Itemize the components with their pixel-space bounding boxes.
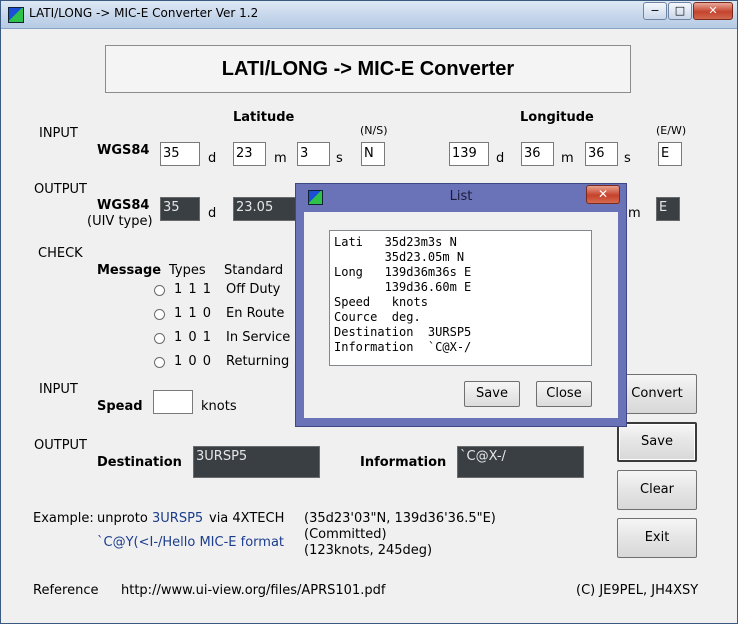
output-datum-sub: (UIV type) bbox=[87, 214, 153, 229]
list-line: Destination 3URSP5 bbox=[334, 325, 472, 339]
credit-text: (C) JE9PEL, JH4XSY bbox=[576, 583, 699, 598]
example-label: Example: bbox=[33, 511, 94, 526]
radio-in-service[interactable] bbox=[154, 333, 165, 344]
lat-min-input[interactable]: 23 bbox=[233, 142, 266, 166]
speed-section-label: INPUT bbox=[39, 382, 78, 397]
out-lon-dir: E bbox=[656, 197, 680, 221]
out-lat-deg: 35 bbox=[160, 197, 200, 221]
list-line: Long 139d36m36s E bbox=[334, 265, 472, 279]
list-line: 139d36.60m E bbox=[334, 280, 472, 294]
radio-off-duty[interactable] bbox=[154, 285, 165, 296]
unit-s: s bbox=[336, 151, 343, 166]
unit-m: m bbox=[628, 206, 641, 221]
unit-d: d bbox=[208, 206, 217, 221]
information-output: `C@X-/ bbox=[457, 446, 584, 478]
input-datum-label: WGS84 bbox=[97, 143, 150, 158]
speed-unit: knots bbox=[201, 399, 237, 414]
ew-header: (E/W) bbox=[656, 124, 687, 137]
option-code: 1 0 1 bbox=[174, 330, 213, 345]
example-info: `C@Y(<I-/Hello MIC-E format bbox=[97, 535, 285, 550]
radio-en-route[interactable] bbox=[154, 309, 165, 320]
option-name: In Service bbox=[226, 330, 291, 345]
option-code: 1 1 0 bbox=[174, 306, 213, 321]
radio-returning[interactable] bbox=[154, 357, 165, 368]
app-banner: LATI/LONG -> MIC-E Converter bbox=[105, 45, 631, 93]
dialog-title-bar[interactable]: List ✕ bbox=[296, 184, 626, 210]
list-textbox[interactable]: Lati 35d23m3s N 35d23.05m N Long 139d36m… bbox=[329, 230, 592, 366]
lat-dir-input[interactable]: N bbox=[361, 142, 385, 166]
window-title: LATI/LONG -> MIC-E Converter Ver 1.2 bbox=[29, 6, 259, 20]
dialog-close-button[interactable]: ✕ bbox=[586, 185, 620, 204]
dest-section-label: OUTPUT bbox=[34, 438, 87, 453]
information-label: Information bbox=[360, 455, 447, 470]
output-section-label: OUTPUT bbox=[34, 182, 87, 197]
title-bar[interactable]: LATI/LONG -> MIC-E Converter Ver 1.2 − □… bbox=[1, 1, 737, 29]
list-line: 35d23.05m N bbox=[334, 250, 465, 264]
input-section-label: INPUT bbox=[39, 126, 78, 141]
example-unproto: unproto bbox=[97, 511, 148, 526]
example-coords: (35d23'03"N, 139d36'36.5"E) bbox=[304, 511, 496, 526]
dialog-body: Lati 35d23m3s N 35d23.05m N Long 139d36m… bbox=[304, 212, 618, 418]
lat-sec-input[interactable]: 3 bbox=[297, 142, 330, 166]
list-dialog: List ✕ Lati 35d23m3s N 35d23.05m N Long … bbox=[295, 183, 627, 427]
minimize-button[interactable]: − bbox=[643, 2, 667, 20]
dialog-title: List bbox=[449, 189, 473, 204]
lat-deg-input[interactable]: 35 bbox=[160, 142, 200, 166]
unit-m: m bbox=[274, 151, 287, 166]
app-icon bbox=[8, 7, 24, 23]
main-window: LATI/LONG -> MIC-E Converter Ver 1.2 − □… bbox=[0, 0, 738, 624]
output-datum-label: WGS84 bbox=[97, 198, 150, 213]
reference-url: http://www.ui-view.org/files/APRS101.pdf bbox=[121, 583, 386, 598]
list-line: Lati 35d23m3s N bbox=[334, 235, 457, 249]
close-button[interactable]: ✕ bbox=[693, 2, 733, 20]
minimize-icon: − bbox=[650, 4, 660, 17]
destination-output: 3URSP5 bbox=[193, 446, 320, 478]
example-via: via 4XTECH bbox=[209, 511, 285, 526]
destination-label: Destination bbox=[97, 455, 182, 470]
unit-d: d bbox=[208, 151, 217, 166]
example-speed: (123knots, 245deg) bbox=[304, 543, 433, 558]
exit-button[interactable]: Exit bbox=[617, 518, 697, 558]
speed-input[interactable] bbox=[153, 390, 193, 414]
option-name: En Route bbox=[226, 306, 285, 321]
convert-button[interactable]: Convert bbox=[617, 374, 697, 414]
dialog-save-button[interactable]: Save bbox=[464, 381, 520, 407]
latitude-header: Latitude bbox=[233, 110, 295, 125]
types-header: Types bbox=[169, 263, 206, 278]
list-line: Information `C@X-/ bbox=[334, 340, 472, 354]
lon-min-input[interactable]: 36 bbox=[521, 142, 554, 166]
option-code: 1 1 1 bbox=[174, 282, 213, 297]
speed-label: Spead bbox=[97, 399, 143, 414]
close-icon: ✕ bbox=[597, 187, 609, 201]
option-name: Off Duty bbox=[226, 282, 281, 297]
standard-header: Standard bbox=[224, 263, 284, 278]
lon-deg-input[interactable]: 139 bbox=[449, 142, 489, 166]
list-line: Speed knots bbox=[334, 295, 428, 309]
dialog-close-action-button[interactable]: Close bbox=[536, 381, 592, 407]
longitude-header: Longitude bbox=[520, 110, 594, 125]
out-lat-min: 23.05 bbox=[233, 197, 303, 221]
reference-label: Reference bbox=[33, 583, 99, 598]
check-section-label: CHECK bbox=[38, 246, 83, 261]
unit-m: m bbox=[561, 151, 574, 166]
message-header: Message bbox=[97, 263, 162, 278]
save-button[interactable]: Save bbox=[617, 422, 697, 462]
clear-button[interactable]: Clear bbox=[617, 470, 697, 510]
example-status: (Committed) bbox=[304, 527, 387, 542]
unit-s: s bbox=[624, 151, 631, 166]
ns-header: (N/S) bbox=[360, 124, 388, 137]
option-code: 1 0 0 bbox=[174, 354, 213, 369]
lon-dir-input[interactable]: E bbox=[658, 142, 682, 166]
lon-sec-input[interactable]: 36 bbox=[585, 142, 618, 166]
list-line: Cource deg. bbox=[334, 310, 421, 324]
example-dest: 3URSP5 bbox=[152, 511, 204, 526]
maximize-button[interactable]: □ bbox=[668, 2, 692, 20]
option-name: Returning bbox=[226, 354, 290, 369]
unit-d: d bbox=[496, 151, 505, 166]
close-icon: ✕ bbox=[708, 4, 718, 17]
maximize-icon: □ bbox=[674, 4, 686, 17]
